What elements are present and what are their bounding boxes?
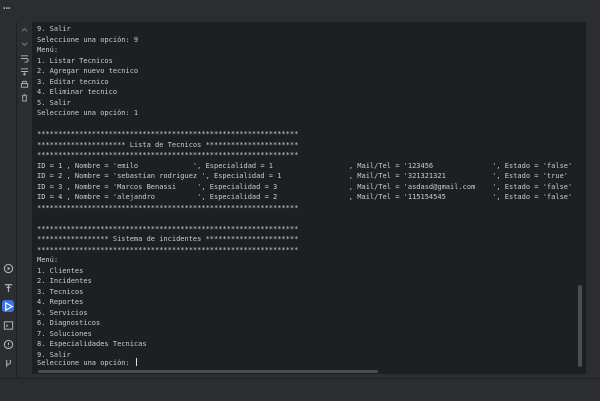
console-line: 5. Servicios <box>37 308 88 317</box>
console-line: 2. Incidentes <box>37 277 92 285</box>
git-icon[interactable] <box>2 357 14 369</box>
up-icon[interactable] <box>18 25 30 35</box>
console-line: ****************************************… <box>37 245 299 254</box>
console-line: ****************************************… <box>37 151 299 159</box>
console-line: 7. Soluciones <box>37 329 92 338</box>
more-options-icon[interactable]: ⋯ <box>3 1 11 15</box>
console-line: 1. Listar Tecnicos <box>37 56 113 65</box>
console-line: ID = 3 , Nombre = 'Marcos Benassi ', Esp… <box>37 182 573 191</box>
vertical-scrollbar[interactable] <box>578 285 582 367</box>
build-icon[interactable] <box>2 281 14 293</box>
console-line: 4. Eliminar tecnico <box>37 88 118 96</box>
scroll-end-icon[interactable] <box>18 66 30 76</box>
console-line: 6. Diagnosticos <box>37 319 101 327</box>
left-tool-strip <box>0 22 17 378</box>
console-line: 3. Editar tecnico <box>37 77 109 86</box>
console-line: ID = 2 , Nombre = 'sebastian rodriguez '… <box>37 172 569 180</box>
wrap-icon[interactable] <box>18 53 30 63</box>
console-output[interactable]: 9. Salir Seleccione una opción: 9 Menú: … <box>32 22 586 368</box>
console-line: 2. Agregar nuevo tecnico <box>37 67 139 75</box>
console-line: ********************* Lista de Tecnicos … <box>37 140 299 149</box>
horizontal-scrollbar-track[interactable] <box>32 368 586 374</box>
horizontal-scrollbar-thumb[interactable] <box>38 370 378 373</box>
console-line: 5. Salir <box>37 98 71 107</box>
run-icon[interactable] <box>2 262 14 274</box>
console-prompt: Seleccione una opción: <box>37 359 134 367</box>
console-line: ****************************************… <box>37 224 299 233</box>
problems-icon[interactable] <box>2 338 14 350</box>
console-toolbar <box>17 22 31 142</box>
console-line: ****************************************… <box>37 130 299 138</box>
down-icon[interactable] <box>18 38 30 48</box>
console-line: Menú: <box>37 256 59 264</box>
console-line: ***************** Sistema de incidentes … <box>37 235 299 243</box>
console-line: ****************************************… <box>37 203 299 212</box>
console-line: 8. Especialidades Tecnicas <box>37 340 147 348</box>
console-line: 4. Reportes <box>37 298 84 306</box>
console-line: 1. Clientes <box>37 266 84 275</box>
console-line: ID = 4 , Nombre = 'alejandro ', Especial… <box>37 193 573 201</box>
console-line: 3. Tecnicos <box>37 287 84 296</box>
console-line: ID = 1 , Nombre = 'emilo ', Especialidad… <box>37 161 573 170</box>
console-line: Seleccione una opción: 9 <box>37 35 139 44</box>
trash-icon[interactable] <box>18 92 30 102</box>
console-line: 9. Salir <box>37 25 71 33</box>
terminal-icon[interactable] <box>2 319 14 331</box>
console-line: Menú: <box>37 46 59 54</box>
status-bar <box>0 378 600 401</box>
print-icon[interactable] <box>18 79 30 89</box>
console-line: Seleccione una opción: 1 <box>37 109 139 117</box>
text-cursor <box>135 358 137 366</box>
run-tool-icon[interactable] <box>2 300 14 312</box>
console-prompt-line[interactable]: Seleccione una opción: <box>37 358 137 368</box>
top-toolbar: ⋯ <box>0 0 600 22</box>
